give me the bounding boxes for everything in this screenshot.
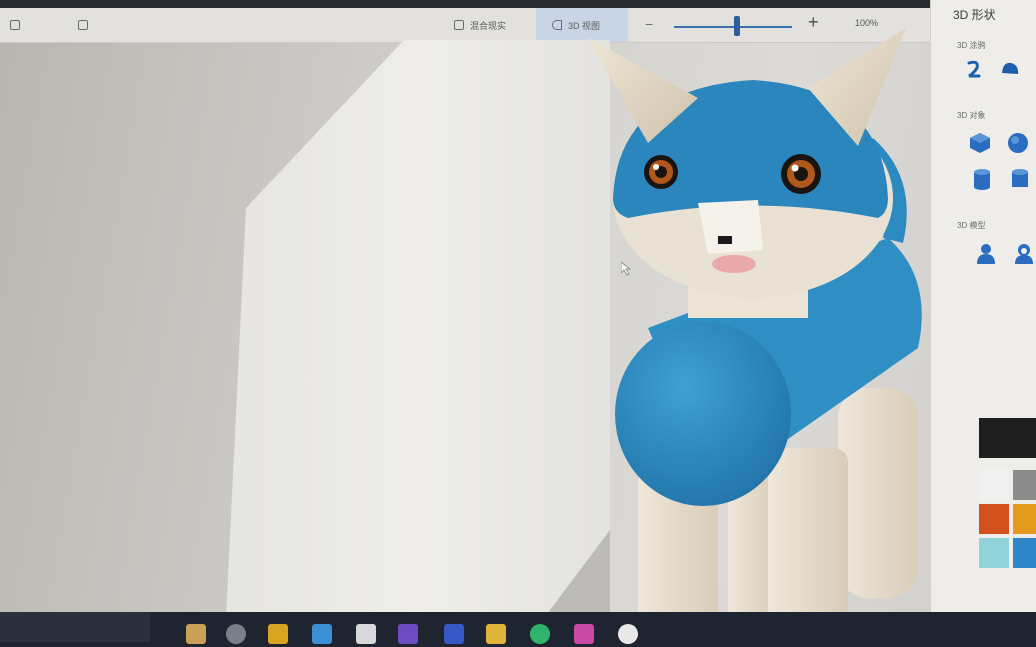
section-label-objects: 3D 对象 [957,111,986,120]
mixed-reality-icon [454,20,464,30]
taskbar-app-icon-4[interactable] [356,624,376,644]
paint3d-window: 混合现实 3D 视图 − + 100% 3D 形状 3D 涂鸦 3D 对象 3D… [0,0,1036,647]
soft-doodle-icon[interactable] [999,58,1021,80]
toolbar-left-item-2[interactable] [78,16,88,34]
woman-model-icon[interactable] [1013,242,1035,264]
browser-icon[interactable] [530,624,550,644]
man-model-icon[interactable] [975,242,997,264]
color-swatch-orange-red[interactable] [979,504,1009,534]
color-swatch-blue[interactable] [1013,538,1036,568]
taskbar-app-icon-6[interactable] [486,624,506,644]
sharp-doodle-icon[interactable] [963,58,985,80]
cube-icon[interactable] [969,132,991,154]
color-swatch-gray[interactable] [1013,470,1036,500]
visual-studio-icon[interactable] [398,624,418,644]
taskbar-search-box[interactable] [0,612,150,642]
panel-title: 3D 形状 [953,8,996,22]
toolbar-left-item-1[interactable] [10,16,20,34]
tube-icon[interactable] [1009,168,1031,190]
taskbar-app-icon-2[interactable] [268,624,288,644]
color-swatch-aqua[interactable] [979,538,1009,568]
cylinder-icon[interactable] [971,168,993,190]
toolbar-icon [78,20,88,30]
taskbar-app-icon-7[interactable] [618,624,638,644]
zoom-percent: 100% [855,18,879,28]
taskbar-app-icon-3[interactable] [312,624,332,644]
view-3d-icon [552,20,562,30]
section-label-models: 3D 模型 [957,221,986,230]
section-label-doodle: 3D 涂鸦 [957,41,986,50]
color-swatch-black[interactable] [979,418,1036,458]
color-swatch-amber[interactable] [1013,504,1036,534]
taskbar-app-icon-5[interactable] [444,624,464,644]
shapes-panel: 3D 形状 3D 涂鸦 3D 对象 3D 模型 [930,0,1036,620]
taskbar-app-icon-1[interactable] [226,624,246,644]
color-swatch-white[interactable] [979,470,1009,500]
toolbar-icon [10,20,20,30]
cat-3d-model[interactable] [588,28,933,628]
mouse-cursor-icon [621,262,631,276]
mixed-reality-label: 混合现实 [470,20,507,31]
taskbar [0,612,1036,647]
window-top-strip [0,0,1036,8]
paint3d-taskbar-icon[interactable] [574,624,594,644]
mixed-reality-button[interactable]: 混合现实 [454,16,506,34]
canvas[interactable] [226,40,616,618]
sphere-icon[interactable] [1007,132,1029,154]
file-explorer-icon[interactable] [186,624,206,644]
